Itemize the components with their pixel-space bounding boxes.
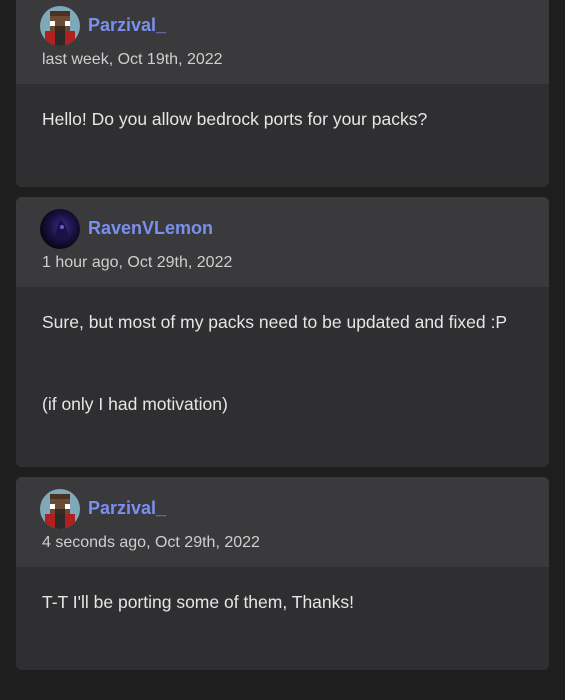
user-avatar-icon[interactable] [40,209,80,249]
minecraft-skin-avatar-icon [40,6,80,46]
comment-header: Parzival_ 4 seconds ago, Oct 29th, 2022 [16,477,549,567]
comment-card: RavenVLemon 1 hour ago, Oct 29th, 2022 S… [16,197,549,467]
username-link[interactable]: Parzival_ [88,497,166,519]
minecraft-skin-avatar-icon [40,489,80,529]
comment-text: Sure, but most of my packs need to be up… [42,312,508,332]
comment-text: T-T I'll be porting some of them, Thanks… [42,592,355,612]
comment-timestamp: last week, Oct 19th, 2022 [42,51,223,68]
comment-body: T-T I'll be porting some of them, Thanks… [16,567,549,613]
user-avatar-icon[interactable] [40,6,80,46]
comment-text: Hello! Do you allow bedrock ports for yo… [42,109,428,129]
comment-header: RavenVLemon 1 hour ago, Oct 29th, 2022 [16,197,549,287]
comment-timestamp: 1 hour ago, Oct 29th, 2022 [42,254,233,271]
comment-header: Parzival_ last week, Oct 19th, 2022 [16,0,549,84]
raven-avatar-icon [40,209,80,249]
comment-card: Parzival_ last week, Oct 19th, 2022 Hell… [16,0,549,187]
comment-thread: Parzival_ last week, Oct 19th, 2022 Hell… [0,0,565,700]
username-link[interactable]: RavenVLemon [88,217,213,239]
comment-card: Parzival_ 4 seconds ago, Oct 29th, 2022 … [16,477,549,670]
comment-text: (if only I had motivation) [42,394,228,414]
username-link[interactable]: Parzival_ [88,14,166,36]
user-avatar-icon[interactable] [40,489,80,529]
comment-body: Sure, but most of my packs need to be up… [16,287,549,415]
comment-body: Hello! Do you allow bedrock ports for yo… [16,84,549,130]
comment-timestamp: 4 seconds ago, Oct 29th, 2022 [42,534,260,551]
